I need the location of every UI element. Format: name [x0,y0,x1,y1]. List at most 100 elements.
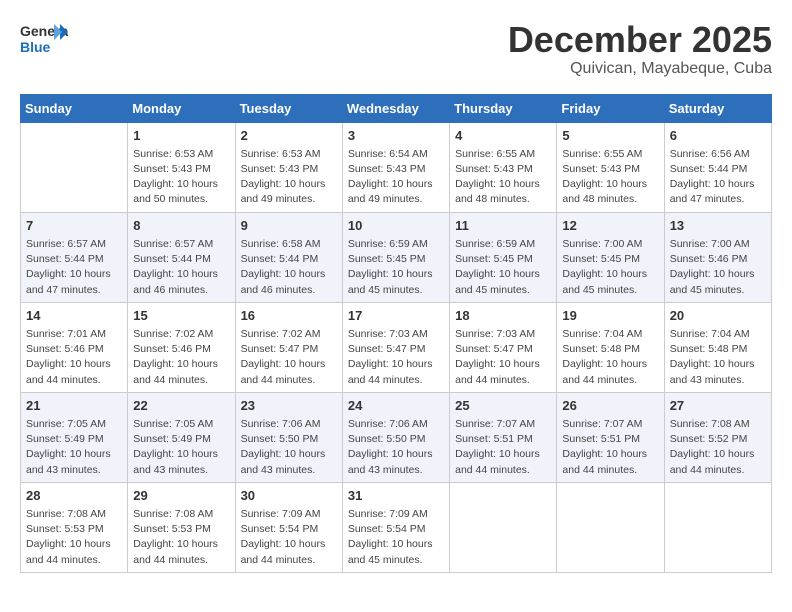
calendar-week-row: 21 Sunrise: 7:05 AM Sunset: 5:49 PM Dayli… [21,392,772,482]
day-number: 12 [562,217,658,235]
calendar-cell: 18 Sunrise: 7:03 AM Sunset: 5:47 PM Dayli… [450,302,557,392]
day-info: Sunrise: 7:03 AM Sunset: 5:47 PM Dayligh… [455,327,551,388]
calendar-cell: 11 Sunrise: 6:59 AM Sunset: 5:45 PM Dayli… [450,212,557,302]
calendar-header-thursday: Thursday [450,94,557,122]
calendar-header-tuesday: Tuesday [235,94,342,122]
calendar-cell: 22 Sunrise: 7:05 AM Sunset: 5:49 PM Dayli… [128,392,235,482]
day-number: 30 [241,487,337,505]
calendar-cell: 15Sunrise: 7:02 AM Sunset: 5:46 PM Dayli… [128,302,235,392]
calendar-cell: 25Sunrise: 7:07 AM Sunset: 5:51 PM Dayli… [450,392,557,482]
day-number: 29 [133,487,229,505]
day-info: Sunrise: 7:08 AM Sunset: 5:53 PM Dayligh… [26,507,122,568]
day-info: Sunrise: 6:57 AM Sunset: 5:44 PM Dayligh… [133,237,229,298]
calendar-header-monday: Monday [128,94,235,122]
day-info: Sunrise: 6:54 AM Sunset: 5:43 PM Dayligh… [348,147,444,208]
calendar-table: SundayMondayTuesdayWednesdayThursdayFrid… [20,94,772,573]
day-info: Sunrise: 7:04 AM Sunset: 5:48 PM Dayligh… [562,327,658,388]
calendar-header-friday: Friday [557,94,664,122]
day-info: Sunrise: 7:07 AM Sunset: 5:51 PM Dayligh… [562,417,658,478]
calendar-week-row: 28 Sunrise: 7:08 AM Sunset: 5:53 PM Dayli… [21,482,772,572]
day-info: Sunrise: 7:05 AM Sunset: 5:49 PM Dayligh… [133,417,229,478]
day-info: Sunrise: 7:02 AM Sunset: 5:46 PM Dayligh… [133,327,229,388]
day-number: 31 [348,487,444,505]
calendar-cell: 12 Sunrise: 7:00 AM Sunset: 5:45 PM Dayli… [557,212,664,302]
day-number: 26 [562,397,658,415]
day-number: 8 [133,217,229,235]
day-info: Sunrise: 6:58 AM Sunset: 5:44 PM Dayligh… [241,237,337,298]
calendar-cell: 6 Sunrise: 6:56 AM Sunset: 5:44 PM Daylig… [664,122,771,212]
day-number: 2 [241,127,337,145]
calendar-cell: 27Sunrise: 7:08 AM Sunset: 5:52 PM Dayli… [664,392,771,482]
day-info: Sunrise: 7:03 AM Sunset: 5:47 PM Dayligh… [348,327,444,388]
day-info: Sunrise: 7:09 AM Sunset: 5:54 PM Dayligh… [241,507,337,568]
calendar-cell: 2 Sunrise: 6:53 AM Sunset: 5:43 PM Daylig… [235,122,342,212]
calendar-cell: 16 Sunrise: 7:02 AM Sunset: 5:47 PM Dayli… [235,302,342,392]
day-info: Sunrise: 6:56 AM Sunset: 5:44 PM Dayligh… [670,147,766,208]
day-number: 19 [562,307,658,325]
calendar-cell: 7 Sunrise: 6:57 AM Sunset: 5:44 PM Daylig… [21,212,128,302]
day-info: Sunrise: 7:00 AM Sunset: 5:45 PM Dayligh… [562,237,658,298]
day-info: Sunrise: 7:00 AM Sunset: 5:46 PM Dayligh… [670,237,766,298]
calendar-cell: 13 Sunrise: 7:00 AM Sunset: 5:46 PM Dayli… [664,212,771,302]
location-title: Quivican, Mayabeque, Cuba [508,60,772,78]
day-number: 10 [348,217,444,235]
calendar-cell: 26 Sunrise: 7:07 AM Sunset: 5:51 PM Dayli… [557,392,664,482]
day-info: Sunrise: 6:55 AM Sunset: 5:43 PM Dayligh… [562,147,658,208]
day-number: 14 [26,307,122,325]
logo-icon: General Blue [20,20,68,58]
calendar-cell: 8 Sunrise: 6:57 AM Sunset: 5:44 PM Daylig… [128,212,235,302]
calendar-cell: 5 Sunrise: 6:55 AM Sunset: 5:43 PM Daylig… [557,122,664,212]
calendar-cell: 28 Sunrise: 7:08 AM Sunset: 5:53 PM Dayli… [21,482,128,572]
day-info: Sunrise: 6:59 AM Sunset: 5:45 PM Dayligh… [455,237,551,298]
day-number: 3 [348,127,444,145]
day-info: Sunrise: 6:57 AM Sunset: 5:44 PM Dayligh… [26,237,122,298]
calendar-cell: 14 Sunrise: 7:01 AM Sunset: 5:46 PM Dayli… [21,302,128,392]
calendar-cell [557,482,664,572]
day-number: 28 [26,487,122,505]
day-info: Sunrise: 6:53 AM Sunset: 5:43 PM Dayligh… [241,147,337,208]
day-number: 11 [455,217,551,235]
page-header: General Blue December 2025 Quivican, May… [20,20,772,78]
day-info: Sunrise: 7:05 AM Sunset: 5:49 PM Dayligh… [26,417,122,478]
logo: General Blue [20,20,68,58]
calendar-cell: 10 Sunrise: 6:59 AM Sunset: 5:45 PM Dayli… [342,212,449,302]
calendar-header-wednesday: Wednesday [342,94,449,122]
day-info: Sunrise: 7:04 AM Sunset: 5:48 PM Dayligh… [670,327,766,388]
day-number: 25 [455,397,551,415]
calendar-cell [450,482,557,572]
day-number: 18 [455,307,551,325]
day-number: 5 [562,127,658,145]
day-info: Sunrise: 6:59 AM Sunset: 5:45 PM Dayligh… [348,237,444,298]
calendar-cell: 24Sunrise: 7:06 AM Sunset: 5:50 PM Dayli… [342,392,449,482]
day-number: 22 [133,397,229,415]
calendar-cell: 19 Sunrise: 7:04 AM Sunset: 5:48 PM Dayli… [557,302,664,392]
day-info: Sunrise: 7:09 AM Sunset: 5:54 PM Dayligh… [348,507,444,568]
day-number: 24 [348,397,444,415]
calendar-cell: 9Sunrise: 6:58 AM Sunset: 5:44 PM Daylig… [235,212,342,302]
month-title: December 2025 [508,20,772,60]
calendar-cell: 23Sunrise: 7:06 AM Sunset: 5:50 PM Dayli… [235,392,342,482]
day-number: 6 [670,127,766,145]
day-number: 17 [348,307,444,325]
day-info: Sunrise: 7:06 AM Sunset: 5:50 PM Dayligh… [241,417,337,478]
calendar-header-sunday: Sunday [21,94,128,122]
day-info: Sunrise: 6:55 AM Sunset: 5:43 PM Dayligh… [455,147,551,208]
day-info: Sunrise: 6:53 AM Sunset: 5:43 PM Dayligh… [133,147,229,208]
day-number: 16 [241,307,337,325]
calendar-cell: 29 Sunrise: 7:08 AM Sunset: 5:53 PM Dayli… [128,482,235,572]
day-number: 13 [670,217,766,235]
day-number: 7 [26,217,122,235]
day-info: Sunrise: 7:02 AM Sunset: 5:47 PM Dayligh… [241,327,337,388]
day-number: 21 [26,397,122,415]
calendar-header-row: SundayMondayTuesdayWednesdayThursdayFrid… [21,94,772,122]
calendar-cell: 31 Sunrise: 7:09 AM Sunset: 5:54 PM Dayli… [342,482,449,572]
calendar-cell: 4Sunrise: 6:55 AM Sunset: 5:43 PM Daylig… [450,122,557,212]
day-info: Sunrise: 7:08 AM Sunset: 5:53 PM Dayligh… [133,507,229,568]
day-info: Sunrise: 7:08 AM Sunset: 5:52 PM Dayligh… [670,417,766,478]
calendar-cell [21,122,128,212]
day-number: 20 [670,307,766,325]
calendar-cell: 17 Sunrise: 7:03 AM Sunset: 5:47 PM Dayli… [342,302,449,392]
day-info: Sunrise: 7:01 AM Sunset: 5:46 PM Dayligh… [26,327,122,388]
calendar-cell: 3 Sunrise: 6:54 AM Sunset: 5:43 PM Daylig… [342,122,449,212]
day-number: 1 [133,127,229,145]
